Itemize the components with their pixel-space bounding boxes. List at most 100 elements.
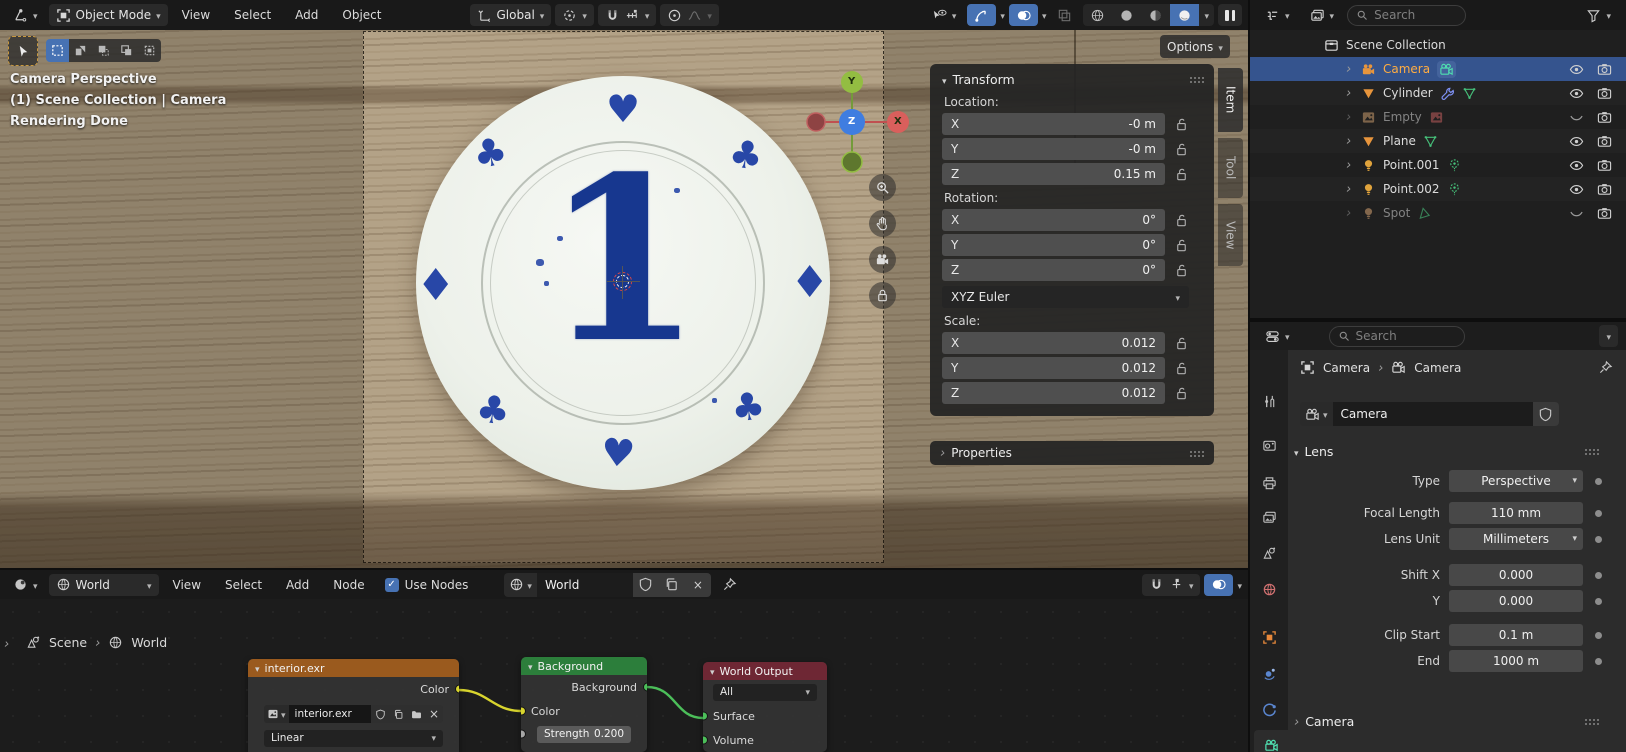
focal-length-field[interactable]: 110 mm <box>1449 502 1583 524</box>
camera-collapsed-panel[interactable]: Camera <box>1294 714 1354 729</box>
rotation-y-field[interactable]: Y0° <box>942 234 1165 256</box>
lock-open-icon[interactable] <box>1174 167 1189 182</box>
scale-z-field[interactable]: Z0.012 <box>942 382 1165 404</box>
gizmo-x-label[interactable]: X <box>894 116 902 127</box>
lock-open-icon[interactable] <box>1174 213 1189 228</box>
tab-render[interactable] <box>1250 430 1288 460</box>
hide-eye-toggle[interactable] <box>1569 134 1584 149</box>
clip-start-field[interactable]: 0.1 m <box>1449 624 1583 646</box>
shading-rendered-button[interactable] <box>1170 4 1199 26</box>
outliner-row-scene-collection[interactable]: Scene Collection <box>1250 33 1626 57</box>
gizmo-y-label[interactable]: Y <box>848 76 855 87</box>
outliner-row-point-001[interactable]: Point.001 <box>1250 153 1626 177</box>
select-extend-button[interactable] <box>69 39 92 62</box>
lens-type-select[interactable]: Perspective <box>1449 470 1583 492</box>
snap-node-group[interactable] <box>1142 574 1201 596</box>
hide-eye-toggle[interactable] <box>1569 182 1584 197</box>
chevron-down-icon[interactable] <box>1237 578 1242 592</box>
select-invert-button[interactable] <box>115 39 138 62</box>
lock-open-icon[interactable] <box>1174 238 1189 253</box>
unlink-button[interactable]: × <box>685 573 711 597</box>
expand-icon[interactable] <box>1346 62 1354 76</box>
breadcrumb-world[interactable]: World <box>131 635 167 650</box>
tab-object[interactable] <box>1250 622 1288 652</box>
tab-scene[interactable] <box>1250 538 1288 568</box>
xray-toggle[interactable] <box>1050 4 1079 26</box>
move-view-button[interactable] <box>869 210 896 237</box>
shader-type-select[interactable]: World <box>49 574 159 596</box>
lock-open-icon[interactable] <box>1174 263 1189 278</box>
pin-icon[interactable] <box>1598 360 1613 375</box>
outliner-search[interactable] <box>1347 5 1466 26</box>
pivot-point-select[interactable] <box>555 4 594 26</box>
shift-x-field[interactable]: 0.000 <box>1449 564 1583 586</box>
zoom-button[interactable] <box>869 174 896 201</box>
hide-eye-toggle-closed[interactable] <box>1569 110 1584 125</box>
chevron-down-icon[interactable] <box>1000 8 1005 22</box>
shading-material-button[interactable] <box>1141 4 1170 26</box>
outliner-row-cylinder[interactable]: Cylinder <box>1250 81 1626 105</box>
breadcrumb-object[interactable]: Camera <box>1323 361 1370 375</box>
camera-name-field[interactable]: Camera <box>1333 402 1533 426</box>
editor-type-button[interactable] <box>1258 4 1297 26</box>
properties-options-button[interactable] <box>1599 325 1618 347</box>
unlink-button[interactable]: × <box>425 705 443 723</box>
use-nodes-checkbox[interactable]: Use Nodes <box>385 578 469 592</box>
active-tool-tweak-button[interactable] <box>8 36 38 66</box>
menu-view[interactable]: View <box>172 2 220 28</box>
region-expand-icon[interactable] <box>4 637 9 651</box>
tab-world[interactable] <box>1250 574 1288 604</box>
menu-add[interactable]: Add <box>285 2 328 28</box>
navigation-gizmo[interactable]: Y Z X <box>802 64 912 176</box>
pin-button[interactable] <box>715 574 744 596</box>
node-header[interactable]: Background <box>521 657 647 675</box>
outliner-row-spot[interactable]: Spot <box>1250 201 1626 225</box>
disable-in-renders-toggle[interactable] <box>1597 110 1612 125</box>
overlays-toggle[interactable] <box>1204 574 1233 596</box>
rotation-z-field[interactable]: Z0° <box>942 259 1165 281</box>
show-gizmo-select[interactable] <box>925 4 964 26</box>
color-output-socket[interactable] <box>455 685 460 694</box>
lock-open-icon[interactable] <box>1174 142 1189 157</box>
location-y-field[interactable]: Y-0 m <box>942 138 1165 160</box>
menu-node[interactable]: Node <box>323 572 374 598</box>
shading-solid-button[interactable] <box>1112 4 1141 26</box>
lens-unit-select[interactable]: Millimeters <box>1449 528 1583 550</box>
lock-view-button[interactable] <box>869 282 896 309</box>
editor-type-button[interactable] <box>6 4 45 26</box>
select-intersect-button[interactable] <box>138 39 161 62</box>
image-name-field[interactable]: interior.exr <box>289 705 371 723</box>
overlays-toggle[interactable] <box>1009 4 1038 26</box>
animate-decorator[interactable] <box>1595 510 1602 517</box>
hide-eye-toggle[interactable] <box>1569 158 1584 173</box>
chevron-down-icon[interactable] <box>1199 8 1214 22</box>
options-button[interactable]: Options <box>1160 35 1230 58</box>
gizmo-z-label[interactable]: Z <box>848 116 855 127</box>
world-datablock-browse[interactable] <box>504 573 537 597</box>
node-background[interactable]: Background Background Color Strength 0.2… <box>521 657 647 752</box>
strength-input-socket[interactable] <box>521 730 526 739</box>
menu-select[interactable]: Select <box>215 572 272 598</box>
menu-add[interactable]: Add <box>276 572 319 598</box>
tab-view-layer[interactable] <box>1250 502 1288 532</box>
animate-decorator[interactable] <box>1595 658 1602 665</box>
hide-eye-toggle[interactable] <box>1569 62 1584 77</box>
tab-constraints[interactable] <box>1250 658 1288 688</box>
search-input[interactable] <box>1374 8 1457 22</box>
filter-button[interactable] <box>1579 4 1618 26</box>
lens-panel-header[interactable]: Lens <box>1294 444 1333 459</box>
expand-icon[interactable] <box>1346 110 1354 124</box>
gizmos-toggle[interactable] <box>967 4 996 26</box>
expand-icon[interactable] <box>1346 182 1354 196</box>
strength-slider[interactable]: Strength 0.200 <box>537 726 631 743</box>
outliner-row-empty[interactable]: Empty <box>1250 105 1626 129</box>
disable-in-renders-toggle[interactable] <box>1597 182 1612 197</box>
location-x-field[interactable]: X-0 m <box>942 113 1165 135</box>
open-image-button[interactable] <box>407 705 425 723</box>
select-box-new-button[interactable] <box>46 39 69 62</box>
disable-in-renders-toggle[interactable] <box>1597 62 1612 77</box>
select-subtract-button[interactable] <box>92 39 115 62</box>
animate-decorator[interactable] <box>1595 478 1602 485</box>
panel-collapse-icon[interactable] <box>942 72 947 87</box>
rotation-x-field[interactable]: X0° <box>942 209 1165 231</box>
